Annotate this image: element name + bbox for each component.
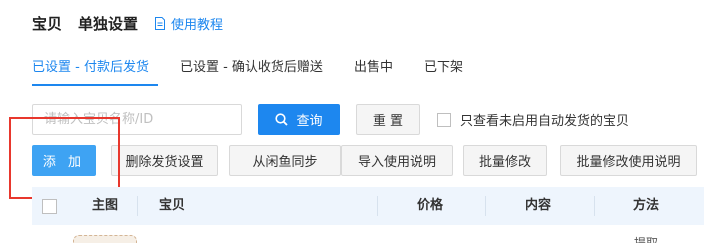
column-divider [137,196,138,216]
column-divider [594,196,595,216]
tab-delisted[interactable]: 已下架 [424,56,463,78]
import-instructions-button[interactable]: 导入使用说明 [341,145,453,176]
unenabled-filter-label: 只查看未启用自动发货的宝贝 [460,114,630,129]
document-icon [155,16,166,30]
select-all-checkbox[interactable] [42,199,57,214]
help-link-label: 使用教程 [171,17,224,33]
row-method-text: 提取 [634,236,659,243]
page-subtitle: 单独设置 [78,14,139,33]
column-divider [485,196,486,216]
tab-bar: 已设置 - 付款后发货 已设置 - 确认收货后赠送 出售中 已下架 [32,56,494,78]
tab-paid-delivery[interactable]: 已设置 - 付款后发货 [32,56,149,78]
add-button[interactable]: 添 加 [32,145,96,176]
unenabled-filter-checkbox[interactable] [437,112,451,127]
tab-receipt-gift[interactable]: 已设置 - 确认收货后赠送 [180,56,323,78]
column-header-item: 宝贝 [159,198,186,213]
reset-button[interactable]: 重 置 [356,104,420,135]
table-header: 主图 宝贝 价格 内容 方法 [32,187,704,225]
active-tab-indicator [32,84,158,86]
query-button[interactable]: 查询 [258,104,340,135]
page-header: 宝贝 单独设置 使用教程 [32,13,223,33]
search-icon [275,113,289,126]
column-header-price: 价格 [417,198,444,213]
sync-xianyu-button[interactable]: 从闲鱼同步 [229,145,341,176]
batch-edit-button[interactable]: 批量修改 [463,145,547,176]
item-thumbnail[interactable] [73,235,137,243]
page-title: 宝贝 [32,14,63,33]
tab-on-sale[interactable]: 出售中 [354,56,393,78]
column-divider [377,196,378,216]
column-header-content: 内容 [525,198,552,213]
delete-delivery-button[interactable]: 删除发货设置 [111,145,218,176]
column-header-method: 方法 [633,198,660,213]
batch-edit-instructions-button[interactable]: 批量修改使用说明 [560,145,697,176]
unenabled-filter: 只查看未启用自动发货的宝贝 [437,110,629,129]
column-header-image: 主图 [92,198,119,213]
query-label: 查询 [296,114,323,129]
search-input[interactable] [32,104,242,135]
help-link[interactable]: 使用教程 [154,14,223,33]
